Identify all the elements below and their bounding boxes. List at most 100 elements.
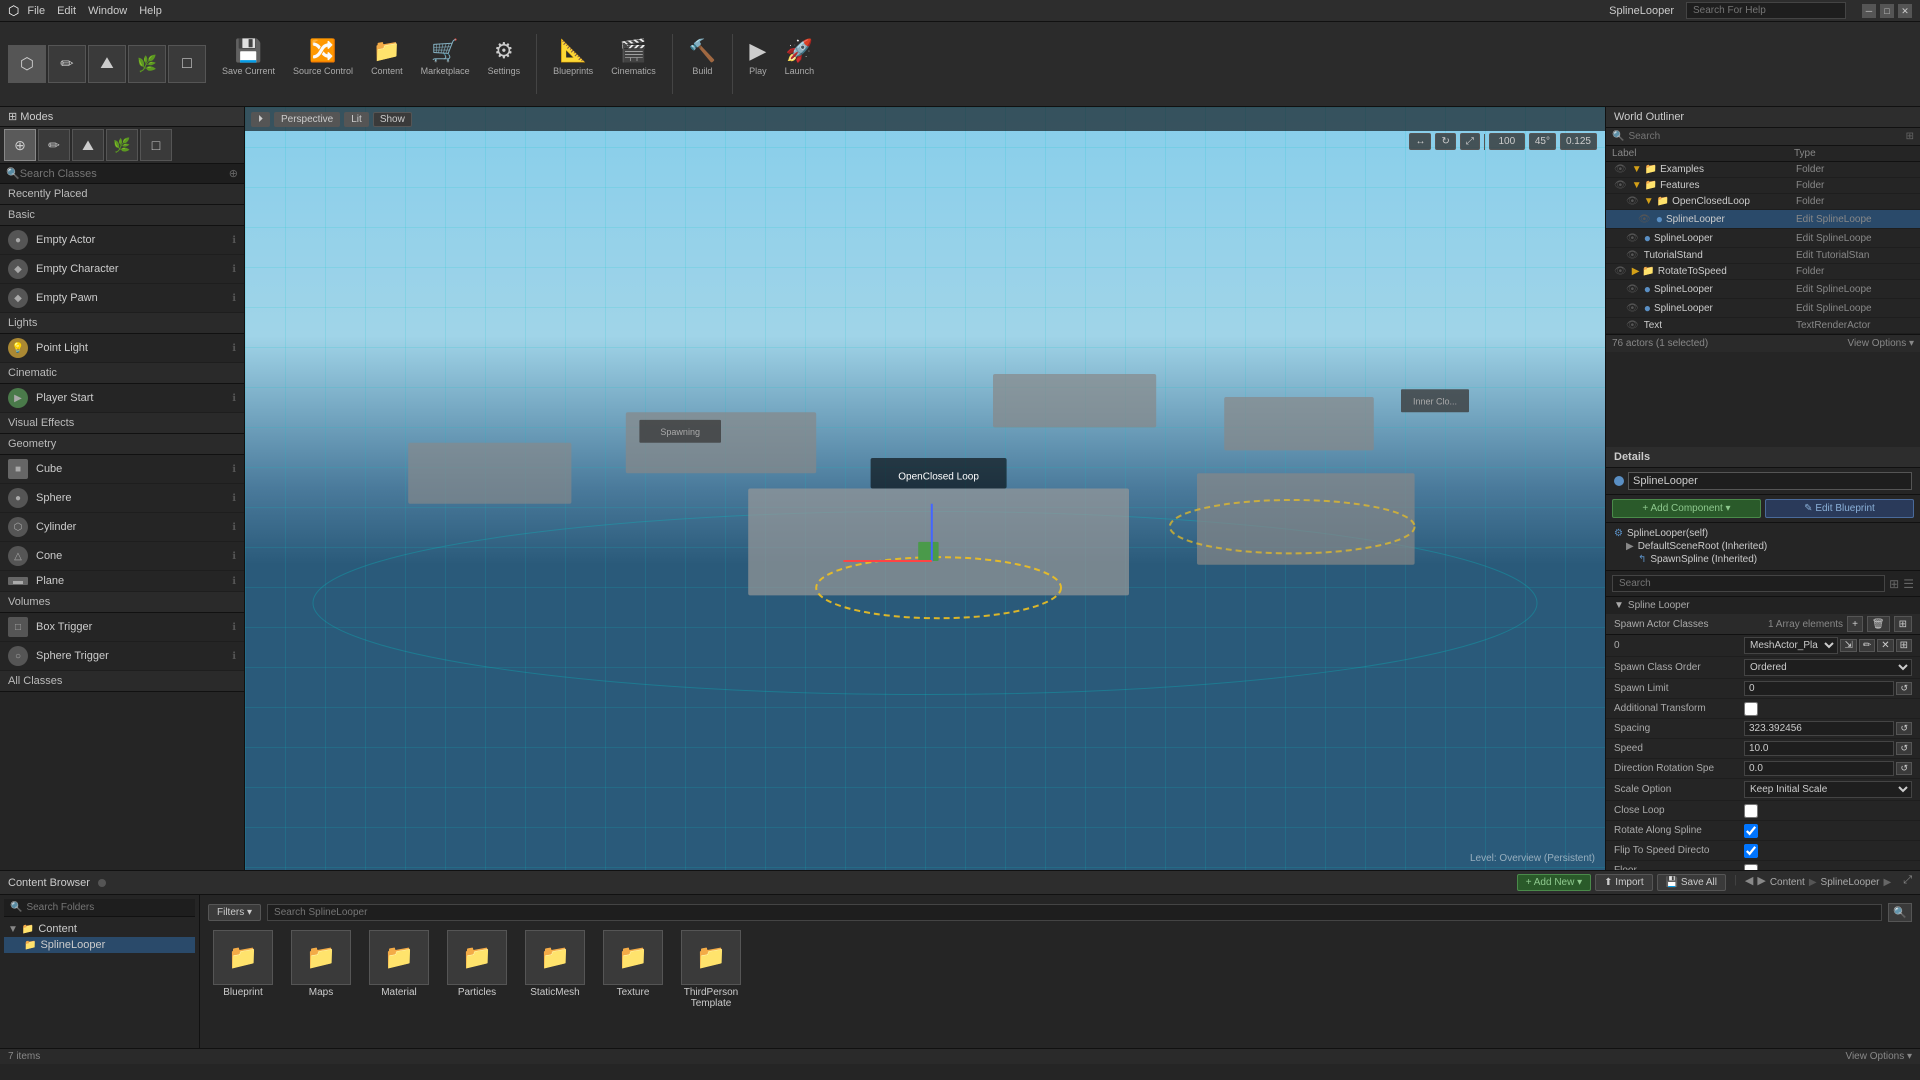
perspective-btn[interactable]: Perspective [274, 112, 340, 127]
mode-paint-btn[interactable]: ✏ [48, 45, 86, 83]
speed-input[interactable] [1744, 741, 1894, 756]
cb-item-material[interactable]: 📁 Material [364, 930, 434, 1009]
win-close[interactable]: ✕ [1898, 4, 1912, 18]
outliner-row-splinelooper4[interactable]: 👁 ● SplineLooper Edit SplineLoope [1606, 299, 1920, 318]
cb-item-staticmesh[interactable]: 📁 StaticMesh [520, 930, 590, 1009]
nav-forward-btn[interactable]: ▶ [1757, 874, 1765, 891]
search-classes-input[interactable] [20, 168, 229, 180]
actor-name-input[interactable] [1628, 472, 1912, 490]
list-item-cone[interactable]: △ Cone ℹ [0, 542, 244, 571]
remove-element-btn[interactable]: 🗑 [1867, 616, 1890, 632]
content-search-input[interactable] [267, 904, 1882, 921]
close-loop-checkbox[interactable] [1744, 804, 1758, 818]
cb-item-maps[interactable]: 📁 Maps [286, 930, 356, 1009]
mode-landscape-btn[interactable]: ⛰ [88, 45, 126, 83]
self-component[interactable]: ⚙ SplineLooper(self) [1614, 527, 1912, 540]
view-options-footer-btn[interactable]: View Options ▾ [1845, 1051, 1912, 1062]
outliner-row-text[interactable]: 👁 Text TextRenderActor [1606, 318, 1920, 334]
outliner-row-tutorialstand[interactable]: 👁 TutorialStand Edit TutorialStan [1606, 248, 1920, 264]
search-btn[interactable]: 🔍 [1888, 903, 1912, 922]
edit-blueprint-btn[interactable]: ✎ Edit Blueprint [1765, 499, 1914, 518]
paint-mode-icon[interactable]: ✏ [38, 129, 70, 161]
outliner-row-rotatetospeed[interactable]: 👁 ▶ 📁 RotateToSpeed Folder [1606, 264, 1920, 280]
place-mode-icon[interactable]: ⊕ [4, 129, 36, 161]
rotate-btn[interactable]: ↻ [1435, 133, 1455, 150]
content-btn[interactable]: 📁 Content [363, 34, 411, 94]
build-btn[interactable]: 🔨 Build [681, 34, 724, 94]
viewport-canvas[interactable]: OpenClosed Loop Spawning Inner Clo... Le… [245, 107, 1605, 870]
scale-option-select[interactable]: Keep Initial Scale [1744, 781, 1912, 798]
menu-window[interactable]: Window [88, 5, 127, 17]
viewport[interactable]: ⏵ Perspective Lit Show ↔ ↻ ⤢ 45° 0.125 [245, 107, 1605, 870]
eye-icon[interactable]: 👁 [1614, 266, 1627, 277]
spawn-class-order-select[interactable]: Ordered [1744, 659, 1912, 676]
spacing-input[interactable] [1744, 721, 1894, 736]
viewport-realtime-btn[interactable]: ⏵ [251, 112, 270, 127]
mode-select-btn[interactable]: ⬡ [8, 45, 46, 83]
outliner-row-splinelooper2[interactable]: 👁 ● SplineLooper Edit SplineLoope [1606, 229, 1920, 248]
scale-btn[interactable]: ⤢ [1460, 133, 1480, 150]
details-grid-icon[interactable]: ⊞ [1889, 577, 1899, 591]
recently-placed-header[interactable]: Recently Placed [0, 184, 244, 205]
section-cinematic[interactable]: Cinematic [0, 363, 244, 384]
cylinder-info[interactable]: ℹ [232, 522, 236, 533]
eye-icon[interactable]: 👁 [1638, 214, 1651, 225]
section-geometry[interactable]: Geometry [0, 434, 244, 455]
box-trigger-info[interactable]: ℹ [232, 622, 236, 633]
list-item-box-trigger[interactable]: □ Box Trigger ℹ [0, 613, 244, 642]
player-start-info[interactable]: ℹ [232, 393, 236, 404]
duplicate-element-btn[interactable]: ⊞ [1894, 616, 1912, 632]
mesh-actor-select[interactable]: MeshActor_Pla [1744, 637, 1838, 654]
add-new-btn[interactable]: + Add New ▾ [1517, 874, 1591, 891]
mode-geometry-btn[interactable]: □ [168, 45, 206, 83]
list-item-sphere[interactable]: ● Sphere ℹ [0, 484, 244, 513]
menu-edit[interactable]: Edit [57, 5, 76, 17]
menu-file[interactable]: File [27, 5, 45, 17]
cb-folder-splinelooper[interactable]: 📁 SplineLooper [4, 937, 195, 953]
rotate-along-spline-checkbox[interactable] [1744, 824, 1758, 838]
section-all-classes[interactable]: All Classes [0, 671, 244, 692]
spawn-spline-component[interactable]: ↰ SpawnSpline (Inherited) [1614, 553, 1912, 566]
launch-btn[interactable]: 🚀 Launch [777, 34, 823, 94]
list-item-player-start[interactable]: ▶ Player Start ℹ [0, 384, 244, 413]
eye-icon[interactable]: 👁 [1614, 180, 1627, 191]
class-browse-btn[interactable]: ⊞ [1896, 639, 1912, 652]
spawn-limit-reset-btn[interactable]: ↺ [1896, 682, 1912, 695]
cinematics-btn[interactable]: 🎬 Cinematics [603, 34, 664, 94]
translate-btn[interactable]: ↔ [1409, 133, 1431, 150]
list-item-sphere-trigger[interactable]: ○ Sphere Trigger ℹ [0, 642, 244, 671]
landscape-mode-icon[interactable]: ⛰ [72, 129, 104, 161]
class-edit-btn[interactable]: ✏ [1859, 639, 1875, 652]
eye-icon[interactable]: 👁 [1614, 164, 1627, 175]
sphere-info[interactable]: ℹ [232, 493, 236, 504]
show-btn[interactable]: Show [373, 112, 412, 127]
breadcrumb-expand-icon[interactable]: ▶ [1883, 877, 1891, 888]
eye-icon[interactable]: 👁 [1626, 250, 1639, 261]
details-search-input[interactable] [1612, 575, 1885, 592]
cb-item-texture[interactable]: 📁 Texture [598, 930, 668, 1009]
mode-foliage-btn[interactable]: 🌿 [128, 45, 166, 83]
section-basic[interactable]: Basic [0, 205, 244, 226]
source-control-btn[interactable]: 🔀 Source Control [285, 34, 361, 94]
list-item-cube[interactable]: ■ Cube ℹ [0, 455, 244, 484]
list-item-plane[interactable]: ▬ Plane ℹ [0, 571, 244, 592]
default-scene-root-component[interactable]: ▶ DefaultSceneRoot (Inherited) [1614, 540, 1912, 553]
cb-expand-btn[interactable]: ⤢ [1903, 874, 1912, 891]
class-clear-btn[interactable]: ✕ [1877, 639, 1893, 652]
foliage-mode-icon[interactable]: 🌿 [106, 129, 138, 161]
import-btn[interactable]: ⬆ Import [1595, 874, 1653, 891]
spacing-reset-btn[interactable]: ↺ [1896, 722, 1912, 735]
empty-character-info[interactable]: ℹ [232, 264, 236, 275]
section-visual-effects[interactable]: Visual Effects [0, 413, 244, 434]
details-list-icon[interactable]: ☰ [1903, 577, 1914, 591]
spline-looper-header[interactable]: ▼ Spline Looper [1606, 597, 1920, 614]
cb-folder-content[interactable]: ▼ 📁 Content [4, 921, 195, 937]
additional-transform-checkbox[interactable] [1744, 702, 1758, 716]
class-pick-btn[interactable]: ⇲ [1840, 639, 1856, 652]
outliner-row-openclosedloop[interactable]: 👁 ▼ 📁 OpenClosedLoop Folder [1606, 194, 1920, 210]
view-options-btn[interactable]: View Options ▾ [1847, 338, 1914, 349]
list-item-cylinder[interactable]: ⬡ Cylinder ℹ [0, 513, 244, 542]
play-btn[interactable]: ▶ Play [741, 34, 775, 94]
geometry-edit-mode-icon[interactable]: □ [140, 129, 172, 161]
cb-item-particles[interactable]: 📁 Particles [442, 930, 512, 1009]
